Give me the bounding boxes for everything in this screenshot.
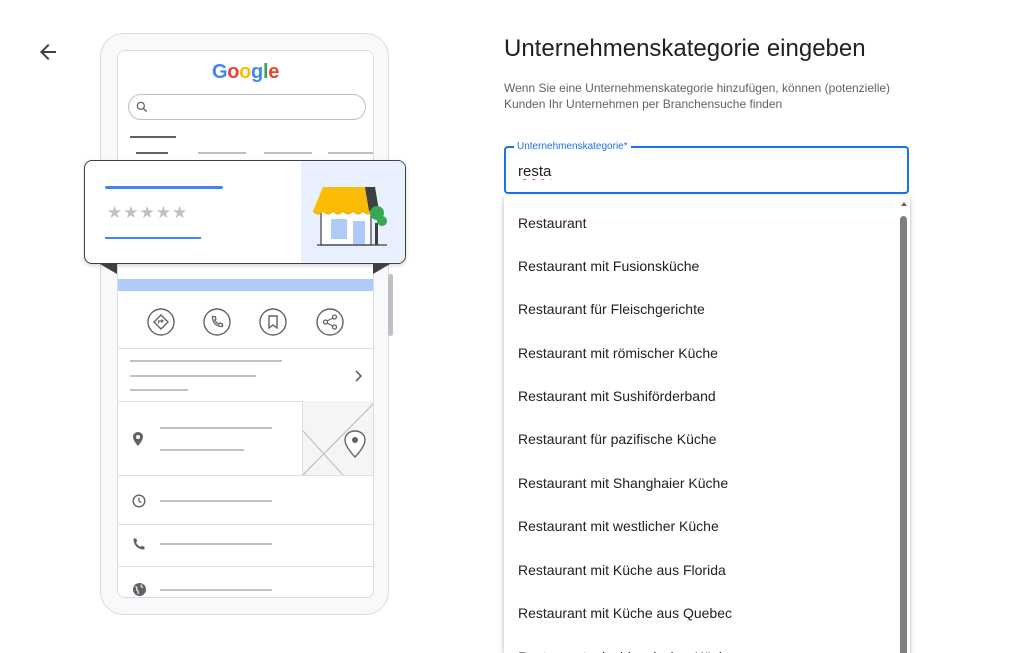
divider [118,475,373,476]
placeholder-line [130,375,256,377]
tab-line [328,152,373,154]
directions-icon [147,308,175,336]
suggestion-option[interactable]: Restaurant mit Sushiförderband [504,375,898,418]
share-icon [316,308,344,336]
placeholder-line [160,500,272,502]
suggestion-option[interactable]: Restaurant mit Küche aus Quebec [504,592,898,635]
page-description: Wenn Sie eine Unternehmenskategorie hinz… [504,81,891,111]
phone-icon [133,538,145,550]
suggestions-scrollbar[interactable] [900,216,907,653]
card-fold-right [373,264,390,274]
placeholder-line [160,589,272,591]
category-line [105,237,201,239]
suggestion-option[interactable]: Restaurant [504,202,898,245]
divider [118,566,373,567]
arrow-back-icon [40,44,56,60]
illustration-search-bar [128,94,366,120]
field-label: Unternehmenskategorie* [514,140,631,154]
header-band [118,279,373,291]
tab-line [136,152,168,154]
storefront-area [301,161,405,263]
phone-screen: Google [117,50,374,598]
placeholder-line [160,543,272,545]
business-profile-illustration: Google [100,33,393,615]
placeholder-line [160,449,244,451]
location-pin-icon [133,432,143,446]
suggestion-option[interactable]: Restaurant für Fleischgerichte [504,288,898,331]
divider [118,348,373,349]
illustration-scrollbar [388,274,393,336]
chevron-right-icon [355,370,363,382]
placeholder-line [130,389,188,391]
search-icon [136,101,148,113]
suggestion-option[interactable]: Restaurant mit chinesischer Küche [504,636,898,653]
suggestion-option[interactable]: Restaurant mit römischer Küche [504,332,898,375]
phone-icon [203,308,231,336]
suggestion-option[interactable]: Restaurant mit Shanghaier Küche [504,462,898,505]
suggestion-option[interactable]: Restaurant mit westlicher Küche [504,505,898,548]
storefront-icon [312,187,387,246]
globe-icon [133,583,146,596]
tab-line [264,152,312,154]
back-button[interactable] [36,40,60,64]
placeholder-line [130,360,282,362]
suggestion-option[interactable]: Restaurant mit Küche aus Florida [504,549,898,592]
tab-line [198,152,246,154]
business-category-field[interactable]: Unternehmenskategorie* [504,140,909,194]
scroll-up-arrow-icon[interactable] [901,202,907,206]
map-pin-icon [344,430,366,458]
google-logo: Google [211,61,280,83]
bookmark-icon [259,308,287,336]
divider [118,524,373,525]
suggestion-option[interactable]: Restaurant mit Fusionsküche [504,245,898,288]
category-suggestions-list[interactable]: Restaurant Restaurant mit Fusionsküche R… [504,196,910,653]
page-title: Unternehmenskategorie eingeben [504,35,866,62]
business-category-input[interactable] [518,160,888,182]
clock-icon [132,494,146,508]
tab-line [130,136,176,138]
business-name-line [105,186,223,189]
card-fold-left [100,264,117,274]
placeholder-line [160,427,272,429]
business-card-popout: ★★★★★ [84,160,406,264]
rating-stars: ★★★★★ [107,203,189,222]
suggestion-option[interactable]: Restaurant für pazifische Küche [504,418,898,461]
map-thumbnail [302,401,373,475]
